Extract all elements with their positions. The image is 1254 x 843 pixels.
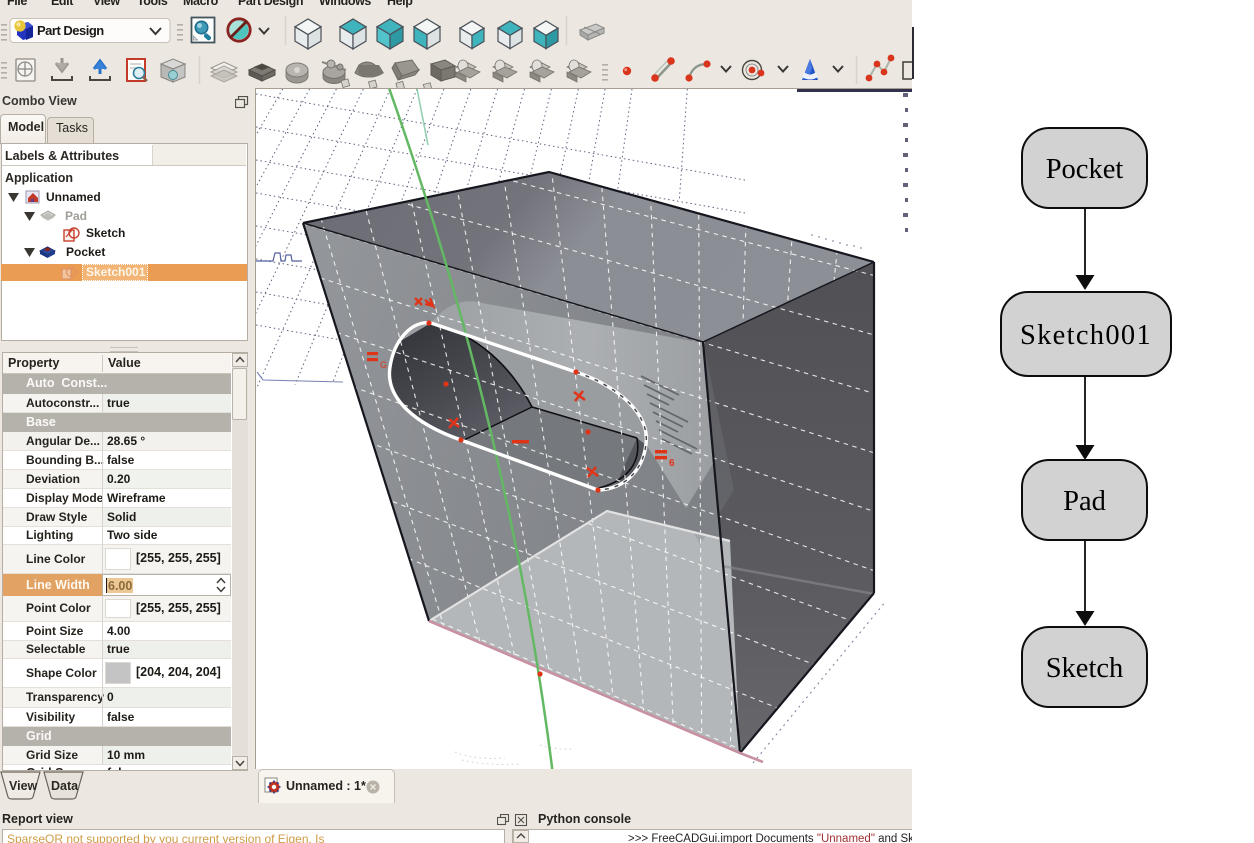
- svg-text:Help: Help: [387, 0, 413, 8]
- svg-text:View: View: [9, 779, 38, 793]
- svg-text:G: G: [380, 360, 387, 370]
- svg-text:6: 6: [669, 458, 675, 469]
- svg-text:Sketch001: Sketch001: [1020, 320, 1152, 351]
- svg-text:Sketch: Sketch: [1046, 653, 1124, 684]
- svg-text:Data: Data: [51, 779, 79, 793]
- svg-text:Windows: Windows: [319, 0, 371, 8]
- svg-text:Pocket: Pocket: [1046, 154, 1124, 185]
- svg-text:Pad: Pad: [1063, 486, 1106, 517]
